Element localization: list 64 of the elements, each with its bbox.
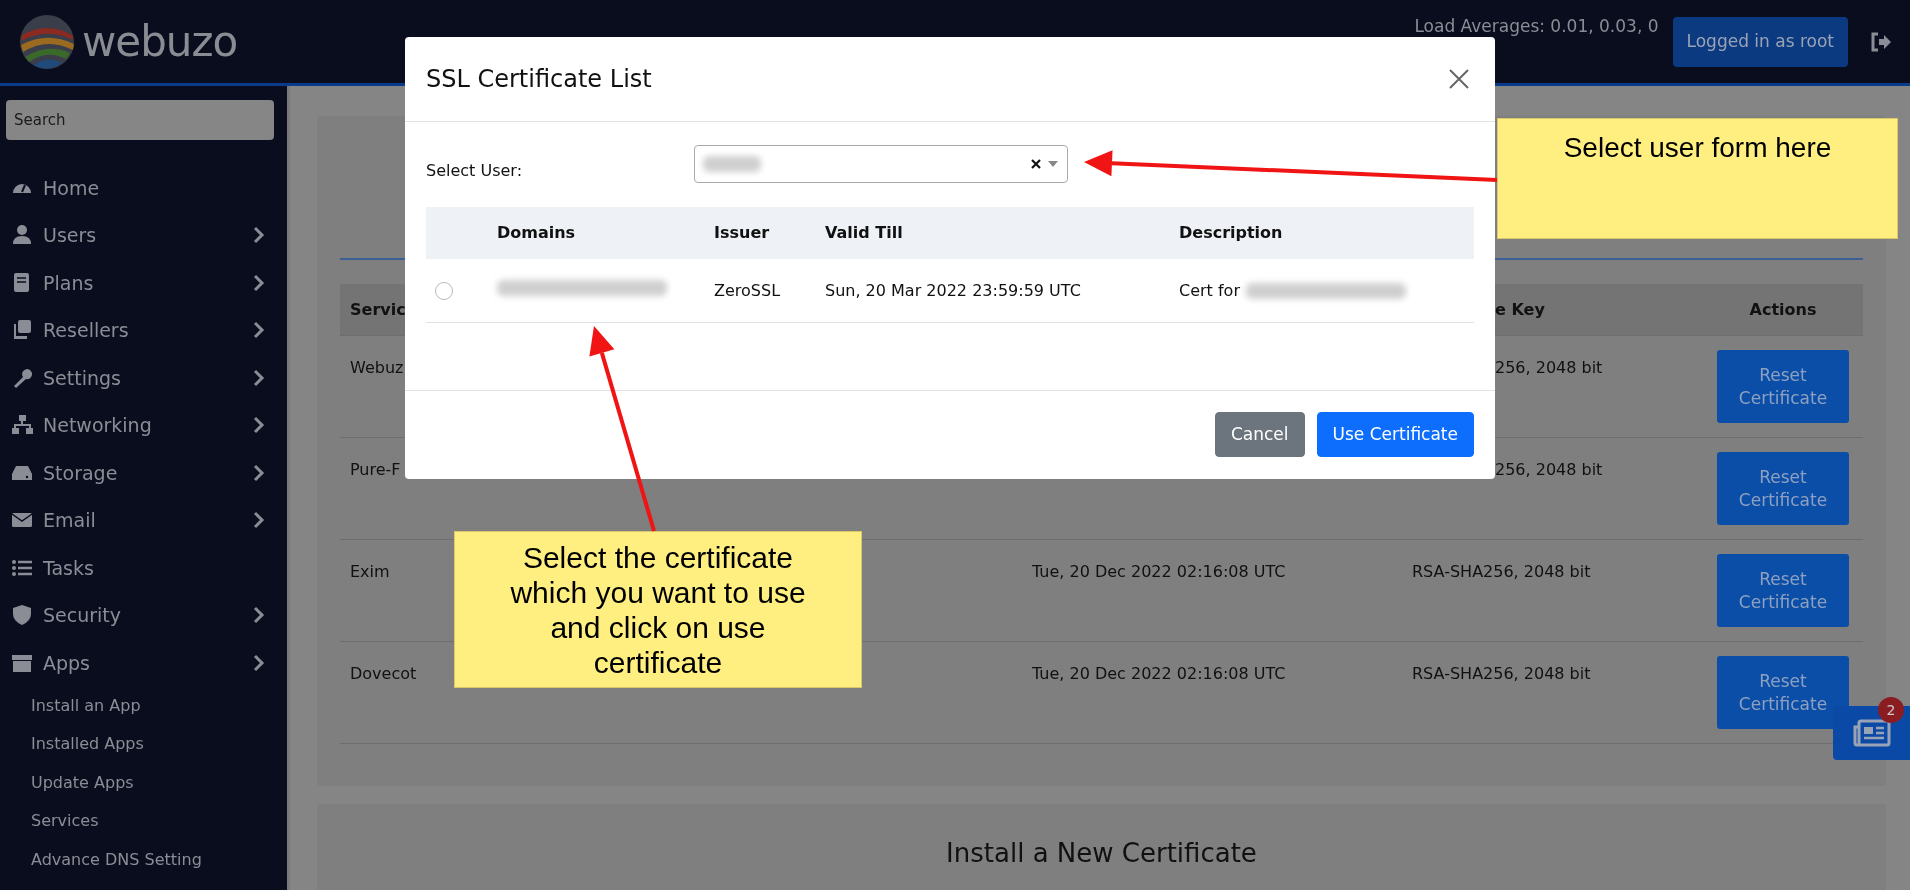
- modal-title: SSL Certificate List: [426, 64, 652, 94]
- sidebar-item[interactable]: Plans: [0, 259, 287, 307]
- column-header: Servic: [350, 299, 406, 319]
- shield-icon: [11, 604, 33, 627]
- table-cell: 256, 2048 bit: [1495, 358, 1603, 377]
- clear-icon: [1031, 159, 1041, 169]
- news-button[interactable]: [1833, 706, 1910, 760]
- sidebar-subitem[interactable]: Services: [0, 802, 287, 841]
- table-cell: 256, 2048 bit: [1495, 460, 1603, 479]
- reset-certificate-button[interactable]: Reset Certificate: [1717, 554, 1849, 627]
- newspaper-icon: [1852, 719, 1891, 747]
- caret-icon: [1047, 160, 1059, 168]
- sidebar-item[interactable]: Apps: [0, 639, 287, 687]
- close-icon: [1448, 68, 1470, 90]
- table-cell: RSA-SHA256, 2048 bit: [1412, 664, 1591, 683]
- table-cell: RSA-SHA256, 2048 bit: [1412, 562, 1591, 581]
- table-cell: Exim: [350, 562, 390, 581]
- sidebar-subitem[interactable]: Installed Apps: [0, 725, 287, 764]
- logo-icon: [18, 12, 76, 71]
- table-cell-text: Cert for: [1179, 279, 1240, 302]
- sidebar-item[interactable]: Tasks: [0, 544, 287, 592]
- table-cell-text: ZeroSSL: [714, 279, 782, 302]
- table-cell: Pure-F: [350, 460, 401, 479]
- cancel-button[interactable]: Cancel: [1214, 412, 1305, 457]
- user-icon: [11, 224, 33, 247]
- sidebar-subitem[interactable]: Advance DNS Setting: [0, 840, 287, 879]
- sidebar-item[interactable]: Resellers: [0, 306, 287, 354]
- sidebar-item[interactable]: Users: [0, 211, 287, 259]
- sidebar-item[interactable]: Networking: [0, 401, 287, 449]
- column-header: Domains: [497, 222, 577, 244]
- load-averages: Load Averages: 0.01, 0.03, 0: [1414, 15, 1659, 38]
- copy-icon: [11, 319, 33, 342]
- field-label: Select User:: [426, 160, 524, 182]
- column-header: Valid Till: [825, 222, 904, 244]
- section-title: Install a New Certificate: [946, 837, 1257, 870]
- use-certificate-button[interactable]: Use Certificate: [1316, 412, 1474, 457]
- network-icon: [11, 414, 33, 437]
- column-header: e Key: [1495, 299, 1545, 319]
- annotation-note: Select the certificate which you want to use and click on use certificate: [454, 531, 862, 688]
- table-cell: Dovecot: [350, 664, 417, 683]
- reset-certificate-button[interactable]: Reset Certificate: [1717, 656, 1849, 729]
- sidebar-item[interactable]: Security: [0, 591, 287, 639]
- user-button[interactable]: Logged in as root: [1672, 16, 1848, 67]
- sidebar-subitem[interactable]: Install an App: [0, 686, 287, 725]
- column-header: Issuer: [714, 222, 771, 244]
- table-cell-text: Sun, 20 Mar 2022 23:59:59 UTC: [825, 279, 1082, 302]
- sidebar-item[interactable]: Storage: [0, 449, 287, 497]
- sidebar-item[interactable]: Settings: [0, 354, 287, 402]
- logout-icon: [1870, 31, 1892, 52]
- user-select[interactable]: [694, 145, 1068, 183]
- sidebar-item[interactable]: Home: [0, 164, 287, 212]
- search-field[interactable]: Search: [6, 100, 274, 140]
- reset-certificate-button[interactable]: Reset Certificate: [1717, 350, 1849, 423]
- reset-certificate-button[interactable]: Reset Certificate: [1717, 452, 1849, 525]
- sidebar-item[interactable]: Email: [0, 496, 287, 544]
- table-cell: Tue, 20 Dec 2022 02:16:08 UTC: [1032, 664, 1286, 683]
- table-cell: Webuz: [350, 358, 404, 377]
- blurred-value: [703, 156, 761, 172]
- annotation-note: Select user form here: [1497, 118, 1898, 239]
- table-cell: Tue, 20 Dec 2022 02:16:08 UTC: [1032, 562, 1286, 581]
- logo-text: webuzo: [82, 16, 238, 68]
- sidebar-subitem[interactable]: Update Apps: [0, 763, 287, 802]
- column-header: Description: [1179, 222, 1284, 244]
- column-header: Actions: [1748, 298, 1818, 321]
